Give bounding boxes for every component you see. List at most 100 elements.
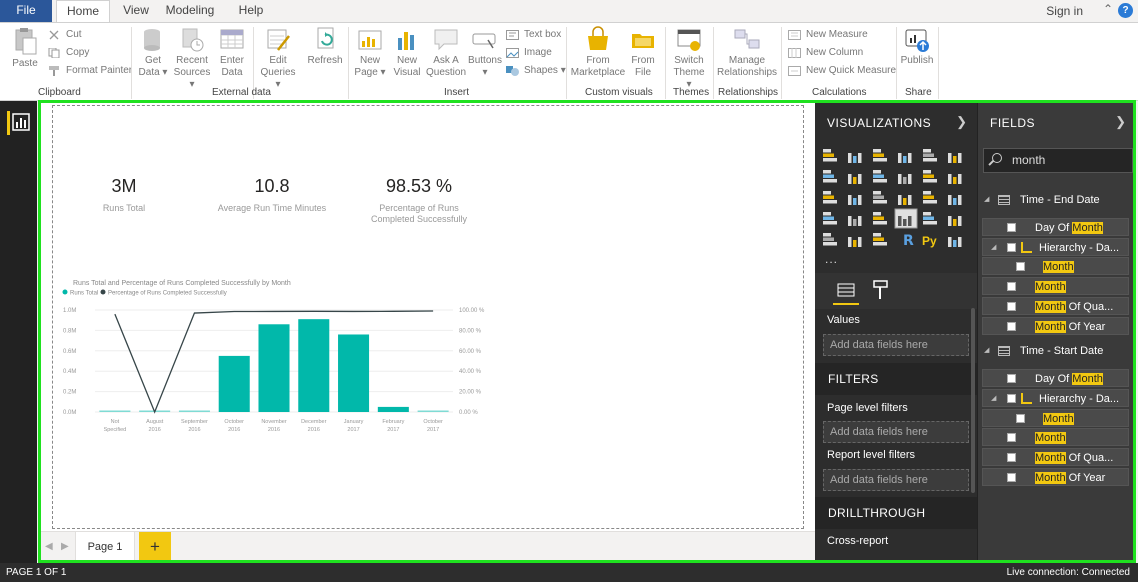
card-icon[interactable]	[894, 208, 918, 229]
stacked-bar-icon[interactable]	[823, 149, 837, 162]
recent-sources-button[interactable]: Recent Sources ▾	[172, 26, 212, 91]
field-table[interactable]: ◢ Time - End Date	[984, 191, 1134, 209]
field-item[interactable]: Month Of Qua...	[982, 296, 1129, 315]
get-data-button[interactable]: Get Data ▾	[136, 26, 170, 79]
gauge-icon[interactable]	[873, 212, 887, 225]
field-checkbox[interactable]	[1016, 413, 1025, 423]
new-column-button[interactable]: New Column	[788, 46, 863, 60]
enter-data-button[interactable]: Enter Data	[216, 26, 248, 79]
line-chart-icon[interactable]	[823, 170, 837, 183]
field-checkbox[interactable]	[1007, 374, 1016, 384]
report-filters-drop-zone[interactable]: Add data fields here	[823, 469, 969, 491]
field-table[interactable]: ◢ Time - Start Date	[984, 342, 1134, 360]
add-page-button[interactable]: +	[139, 532, 171, 563]
collapse-ribbon-icon[interactable]: ⌃	[1103, 2, 1113, 16]
field-checkbox[interactable]	[1007, 433, 1016, 443]
slicer-icon[interactable]	[823, 233, 837, 246]
field-item[interactable]: Month	[982, 257, 1129, 276]
collapse-fields-icon[interactable]: ❯	[1115, 114, 1126, 130]
kpi-icon[interactable]	[948, 216, 962, 226]
new-measure-button[interactable]: New Measure	[788, 28, 868, 42]
from-marketplace-button[interactable]: From Marketplace	[570, 26, 626, 79]
fields-tab[interactable]	[833, 279, 859, 305]
card-average-run-time[interactable]: 10.8 Average Run Time Minutes	[213, 176, 331, 214]
field-item[interactable]: Month Of Year	[982, 467, 1129, 486]
filled-map-icon[interactable]	[823, 212, 837, 225]
new-visual-button[interactable]: New Visual	[390, 26, 424, 79]
new-quick-measure-button[interactable]: New Quick Measure	[788, 64, 896, 78]
clustered-bar-icon[interactable]	[873, 149, 887, 162]
100-column-icon[interactable]	[948, 153, 962, 163]
copy-button[interactable]: Copy	[48, 46, 89, 60]
refresh-button[interactable]: Refresh	[306, 26, 344, 67]
values-drop-zone[interactable]: Add data fields here	[823, 334, 969, 356]
field-item[interactable]: Month	[982, 408, 1129, 427]
filters-header[interactable]: FILTERS	[815, 363, 977, 395]
ask-question-button[interactable]: Ask A Question	[426, 26, 466, 79]
field-checkbox[interactable]	[1007, 301, 1016, 311]
treemap-icon[interactable]	[923, 191, 937, 204]
area-chart-icon[interactable]	[848, 174, 862, 184]
more-visuals-icon[interactable]: ...	[825, 252, 838, 266]
paste-button[interactable]: Paste	[8, 26, 42, 70]
text-box-button[interactable]: Text box	[506, 28, 561, 42]
combo-chart[interactable]: Runs Total Percentage of Runs Completed S…	[61, 288, 521, 468]
prev-page-arrow-icon[interactable]: ◀	[45, 541, 53, 552]
100-bar-icon[interactable]	[923, 149, 937, 162]
visual-types-grid[interactable]	[823, 149, 973, 269]
field-checkbox[interactable]	[1007, 321, 1016, 331]
expand-triangle-icon[interactable]: ◢	[991, 239, 996, 257]
multirow-card-icon[interactable]	[923, 212, 937, 225]
tab-view[interactable]: View	[116, 0, 156, 22]
manage-relationships-button[interactable]: Manage Relationships	[717, 26, 777, 79]
field-checkbox[interactable]	[1007, 282, 1016, 292]
clustered-column-icon[interactable]	[898, 153, 912, 163]
format-painter-button[interactable]: Format Painter	[48, 64, 132, 78]
field-item[interactable]: Month Of Qua...	[982, 448, 1129, 466]
publish-button[interactable]: Publish	[900, 26, 934, 67]
collapse-visualizations-icon[interactable]: ❯	[956, 114, 967, 130]
field-item[interactable]: Month Of Year	[982, 316, 1129, 335]
pie-icon[interactable]	[873, 191, 887, 204]
card-percentage-successful[interactable]: 98.53 % Percentage of Runs Completed Suc…	[363, 176, 475, 225]
page-tab-1[interactable]: Page 1	[75, 532, 135, 563]
cut-button[interactable]: Cut	[48, 28, 82, 42]
field-checkbox[interactable]	[1007, 453, 1016, 462]
switch-theme-button[interactable]: Switch Theme ▾	[670, 26, 708, 91]
line-column-icon[interactable]	[898, 174, 912, 184]
buttons-button[interactable]: Buttons ▾	[468, 26, 502, 79]
report-view-icon[interactable]	[7, 111, 31, 135]
card-runs-total[interactable]: 3M Runs Total	[93, 176, 155, 214]
stacked-column-icon[interactable]	[848, 153, 862, 163]
format-paint-roller-icon[interactable]	[871, 279, 891, 304]
sign-in-link[interactable]: Sign in	[1046, 4, 1083, 18]
python-visual-icon[interactable]: Py	[922, 234, 937, 248]
field-item[interactable]: Month	[982, 428, 1129, 447]
edit-queries-button[interactable]: Edit Queries ▾	[258, 26, 298, 91]
tab-home[interactable]: Home	[56, 0, 110, 22]
field-checkbox[interactable]	[1007, 472, 1016, 482]
funnel-icon[interactable]	[848, 216, 862, 226]
ribbon-chart-icon[interactable]	[948, 174, 962, 184]
line-clustered-icon[interactable]	[923, 170, 937, 183]
report-page[interactable]: 3M Runs Total 10.8 Average Run Time Minu…	[52, 105, 804, 529]
field-checkbox[interactable]	[1007, 223, 1016, 232]
map-icon[interactable]	[948, 195, 962, 205]
table-icon[interactable]	[848, 237, 862, 247]
shapes-button[interactable]: Shapes ▾	[506, 64, 566, 78]
matrix-icon[interactable]	[873, 233, 887, 246]
tab-help[interactable]: Help	[234, 0, 268, 22]
fields-search-input[interactable]: month	[983, 148, 1133, 173]
page-filters-drop-zone[interactable]: Add data fields here	[823, 421, 969, 443]
image-button[interactable]: Image	[506, 46, 552, 60]
from-file-button[interactable]: From File	[628, 26, 658, 79]
waterfall-icon[interactable]	[823, 191, 837, 204]
expand-triangle-icon[interactable]: ◢	[984, 191, 989, 209]
field-hierarchy[interactable]: ◢ Hierarchy - Da...	[982, 388, 1129, 407]
r-visual-icon[interactable]: R	[903, 233, 914, 249]
visualizations-scrollbar[interactable]	[971, 308, 975, 493]
drillthrough-header[interactable]: DRILLTHROUGH	[815, 497, 977, 529]
help-icon[interactable]: ?	[1118, 3, 1133, 18]
field-hierarchy[interactable]: ◢ Hierarchy - Da...	[982, 237, 1129, 257]
stacked-area-icon[interactable]	[873, 170, 887, 183]
